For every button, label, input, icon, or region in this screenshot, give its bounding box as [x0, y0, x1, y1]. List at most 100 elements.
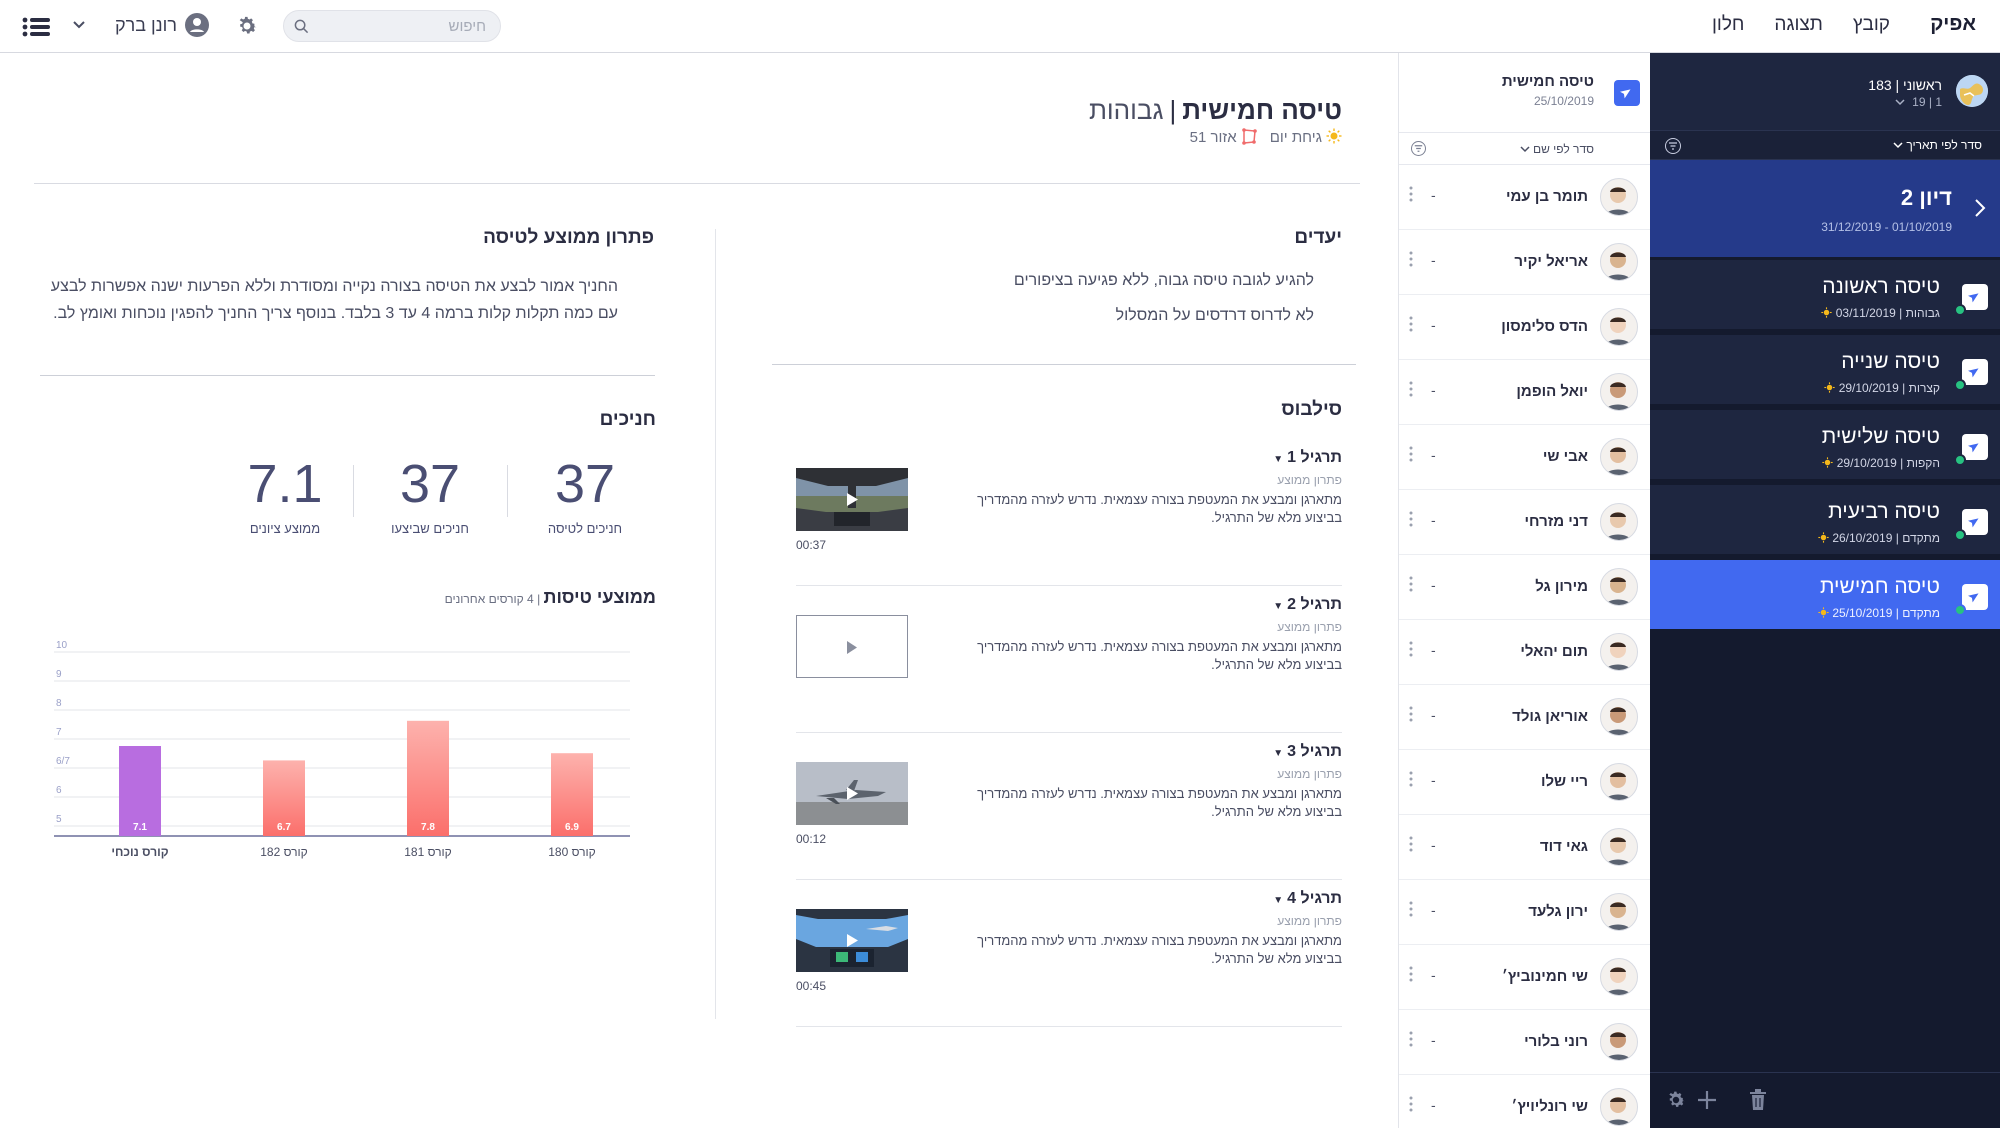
name-sort-bar[interactable]: סדר לפי שם [1399, 133, 1650, 165]
more-options-icon[interactable] [1409, 706, 1413, 722]
students-flight-date: 25/10/2019 [1533, 94, 1594, 108]
student-avatar [1600, 1088, 1638, 1126]
y-tick-label: 6 [56, 785, 62, 796]
flight-item[interactable]: טיסה שלישית הקפות | 29/10/2019 [1649, 410, 2000, 482]
student-row[interactable]: ריי שלו - [1399, 750, 1650, 815]
student-name: יואל הופמן [1516, 383, 1588, 400]
student-row[interactable]: יואל הופמן - [1399, 360, 1650, 425]
more-options-icon[interactable] [1409, 901, 1413, 917]
exercise-item[interactable]: תרגיל 2▼ פתרון ממוצע מתארגן ומבצע את המעטפ… [796, 588, 1342, 733]
course-header[interactable]: ראשוני | 183 1 | 19 [1649, 53, 2000, 130]
play-icon[interactable] [796, 909, 908, 972]
list-menu-icon[interactable] [22, 17, 52, 37]
search-box[interactable] [283, 10, 501, 42]
more-options-icon[interactable] [1409, 446, 1413, 462]
more-options-icon[interactable] [1409, 966, 1413, 982]
flight-item[interactable]: טיסה רביעית מתקדם | 26/10/2019 [1649, 485, 2000, 557]
filter-icon[interactable] [1665, 138, 1681, 154]
bar-value-label: 7.1 [133, 822, 147, 833]
play-icon[interactable] [796, 468, 908, 531]
more-options-icon[interactable] [1409, 836, 1413, 852]
student-row[interactable]: אריאל יקיר - [1399, 230, 1650, 295]
exercise-item[interactable]: תרגיל 4▼ פתרון ממוצע מתארגן ומבצע את המעטפ… [796, 882, 1342, 1027]
student-row[interactable]: רוני בלורי - [1399, 1010, 1650, 1075]
student-avatar [1600, 503, 1638, 541]
jet-icon [1962, 584, 1988, 610]
more-options-icon[interactable] [1409, 381, 1413, 397]
discussion-title: דיון 2 [1900, 185, 1952, 210]
student-row[interactable]: שי רונליויץ׳ - [1399, 1075, 1650, 1128]
more-options-icon[interactable] [1409, 576, 1413, 592]
student-avatar [1600, 828, 1638, 866]
more-options-icon[interactable] [1409, 641, 1413, 657]
video-thumbnail[interactable] [796, 468, 908, 531]
search-input[interactable] [330, 11, 500, 41]
date-sort-bar[interactable]: סדר לפי תאריך [1649, 130, 2000, 160]
stat-average-grade: 7.1 ממוצע ציונים [247, 454, 323, 536]
exercise-title[interactable]: תרגיל 1▼ [1273, 449, 1342, 467]
user-menu[interactable]: רונן ברק [115, 13, 209, 37]
flight-meta: מתקדם | 25/10/2019 [1818, 606, 1940, 620]
exercise-desc: מתארגן ומבצע את המעטפת בצורה עצמאית. נדר… [977, 786, 1342, 819]
more-options-icon[interactable] [1409, 1031, 1413, 1047]
play-icon[interactable] [796, 616, 907, 678]
filter-icon[interactable] [1411, 141, 1426, 156]
goals-heading: יעדים [1294, 227, 1342, 248]
student-row[interactable]: תום יהאלי - [1399, 620, 1650, 685]
sort-by-name-label[interactable]: סדר לפי שם [1520, 142, 1594, 156]
trash-icon[interactable] [1748, 1089, 1768, 1111]
more-options-icon[interactable] [1409, 771, 1413, 787]
student-grade: - [1431, 577, 1436, 593]
flight-item[interactable]: טיסה ראשונה גבוהות | 03/11/2019 [1649, 260, 2000, 332]
menu-window[interactable]: חלון [1712, 14, 1744, 36]
student-avatar [1600, 893, 1638, 931]
student-row[interactable]: שי חמינוביץ׳ - [1399, 945, 1650, 1010]
more-options-icon[interactable] [1409, 1096, 1413, 1112]
settings-gear-icon[interactable] [235, 14, 259, 38]
student-row[interactable]: מירון גל - [1399, 555, 1650, 620]
check-icon [1954, 454, 1966, 466]
student-name: גאי דוד [1539, 838, 1588, 855]
settings-gear-icon[interactable] [1665, 1089, 1687, 1111]
more-options-icon[interactable] [1409, 511, 1413, 527]
student-grade: - [1431, 902, 1436, 918]
more-options-icon[interactable] [1409, 316, 1413, 332]
exercise-title[interactable]: תרגיל 4▼ [1273, 890, 1342, 908]
title-separator: | [1169, 95, 1177, 125]
menu-file[interactable]: קובץ [1853, 14, 1890, 36]
solution-divider [40, 375, 655, 376]
student-row[interactable]: אוריאן גולד - [1399, 685, 1650, 750]
chevron-down-icon[interactable] [72, 20, 86, 30]
flight-list: טיסה ראשונה גבוהות | 03/11/2019 טיסה שניי… [1649, 260, 2000, 632]
video-thumbnail[interactable] [796, 762, 908, 825]
student-row[interactable]: דני מזרחי - [1399, 490, 1650, 555]
flight-item[interactable]: טיסה חמישית מתקדם | 25/10/2019 [1649, 560, 2000, 632]
student-row[interactable]: הדס סלימסון - [1399, 295, 1650, 360]
video-thumbnail[interactable] [796, 909, 908, 972]
more-options-icon[interactable] [1409, 251, 1413, 267]
jet-icon [1962, 434, 1988, 460]
play-icon[interactable] [796, 762, 908, 825]
video-duration: 00:45 [796, 979, 827, 993]
exercise-title[interactable]: תרגיל 2▼ [1273, 596, 1342, 614]
menu-view[interactable]: תצוגה [1774, 14, 1823, 36]
chevron-down-icon[interactable] [1895, 99, 1905, 106]
student-row[interactable]: תומר בן עמי - [1399, 165, 1650, 230]
exercise-item[interactable]: תרגיל 1▼ פתרון ממוצע מתארגן ומבצע את המעטפ… [796, 441, 1342, 586]
add-icon[interactable] [1696, 1089, 1718, 1111]
caret-down-icon: ▼ [1273, 601, 1284, 612]
exercise-title[interactable]: תרגיל 3▼ [1273, 743, 1342, 761]
sort-by-date-label[interactable]: סדר לפי תאריך [1893, 138, 1982, 152]
student-row[interactable]: ירון גלעד - [1399, 880, 1650, 945]
chevron-right-icon[interactable] [1974, 198, 1986, 218]
course-globe-icon [1956, 75, 1988, 107]
exercise-item[interactable]: תרגיל 3▼ פתרון ממוצע מתארגן ומבצע את המעטפ… [796, 735, 1342, 880]
student-row[interactable]: אבי שי - [1399, 425, 1650, 490]
flight-item[interactable]: טיסה שנייה קצרות | 29/10/2019 [1649, 335, 2000, 407]
student-name: אבי שי [1542, 448, 1588, 465]
more-options-icon[interactable] [1409, 186, 1413, 202]
discussion-item[interactable]: דיון 2 01/10/2019 - 31/12/2019 [1649, 160, 2000, 257]
video-thumbnail[interactable] [796, 615, 908, 678]
caret-down-icon: ▼ [1273, 454, 1284, 465]
student-row[interactable]: גאי דוד - [1399, 815, 1650, 880]
